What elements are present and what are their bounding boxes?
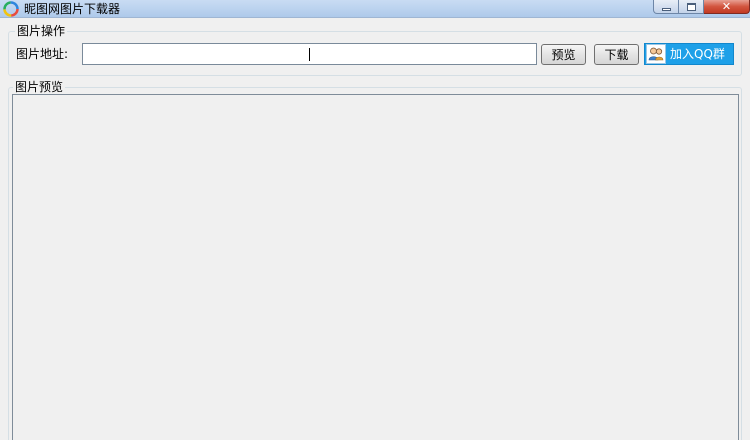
close-icon: ✕	[721, 0, 732, 13]
maximize-button[interactable]	[679, 0, 704, 14]
image-operations-legend: 图片操作	[15, 24, 68, 38]
app-logo-icon	[3, 1, 19, 17]
text-caret	[309, 48, 310, 61]
window-title: 昵图网图片下载器	[24, 2, 121, 16]
image-preview-area	[12, 94, 739, 440]
download-button[interactable]: 下载	[594, 44, 639, 65]
title-bar[interactable]: 昵图网图片下载器 ✕	[0, 0, 750, 18]
join-qq-group-label: 加入QQ群	[670, 47, 725, 61]
image-address-field[interactable]	[82, 43, 537, 65]
preview-button[interactable]: 预览	[541, 44, 586, 65]
users-icon	[646, 44, 666, 64]
image-address-label: 图片地址:	[16, 47, 69, 61]
join-qq-group-button[interactable]: 加入QQ群	[644, 43, 734, 65]
close-button[interactable]: ✕	[704, 0, 750, 14]
minimize-icon	[661, 7, 671, 11]
image-preview-legend: 图片预览	[13, 80, 66, 94]
maximize-icon	[686, 2, 696, 11]
minimize-button[interactable]	[653, 0, 679, 14]
window-controls: ✕	[653, 0, 750, 14]
